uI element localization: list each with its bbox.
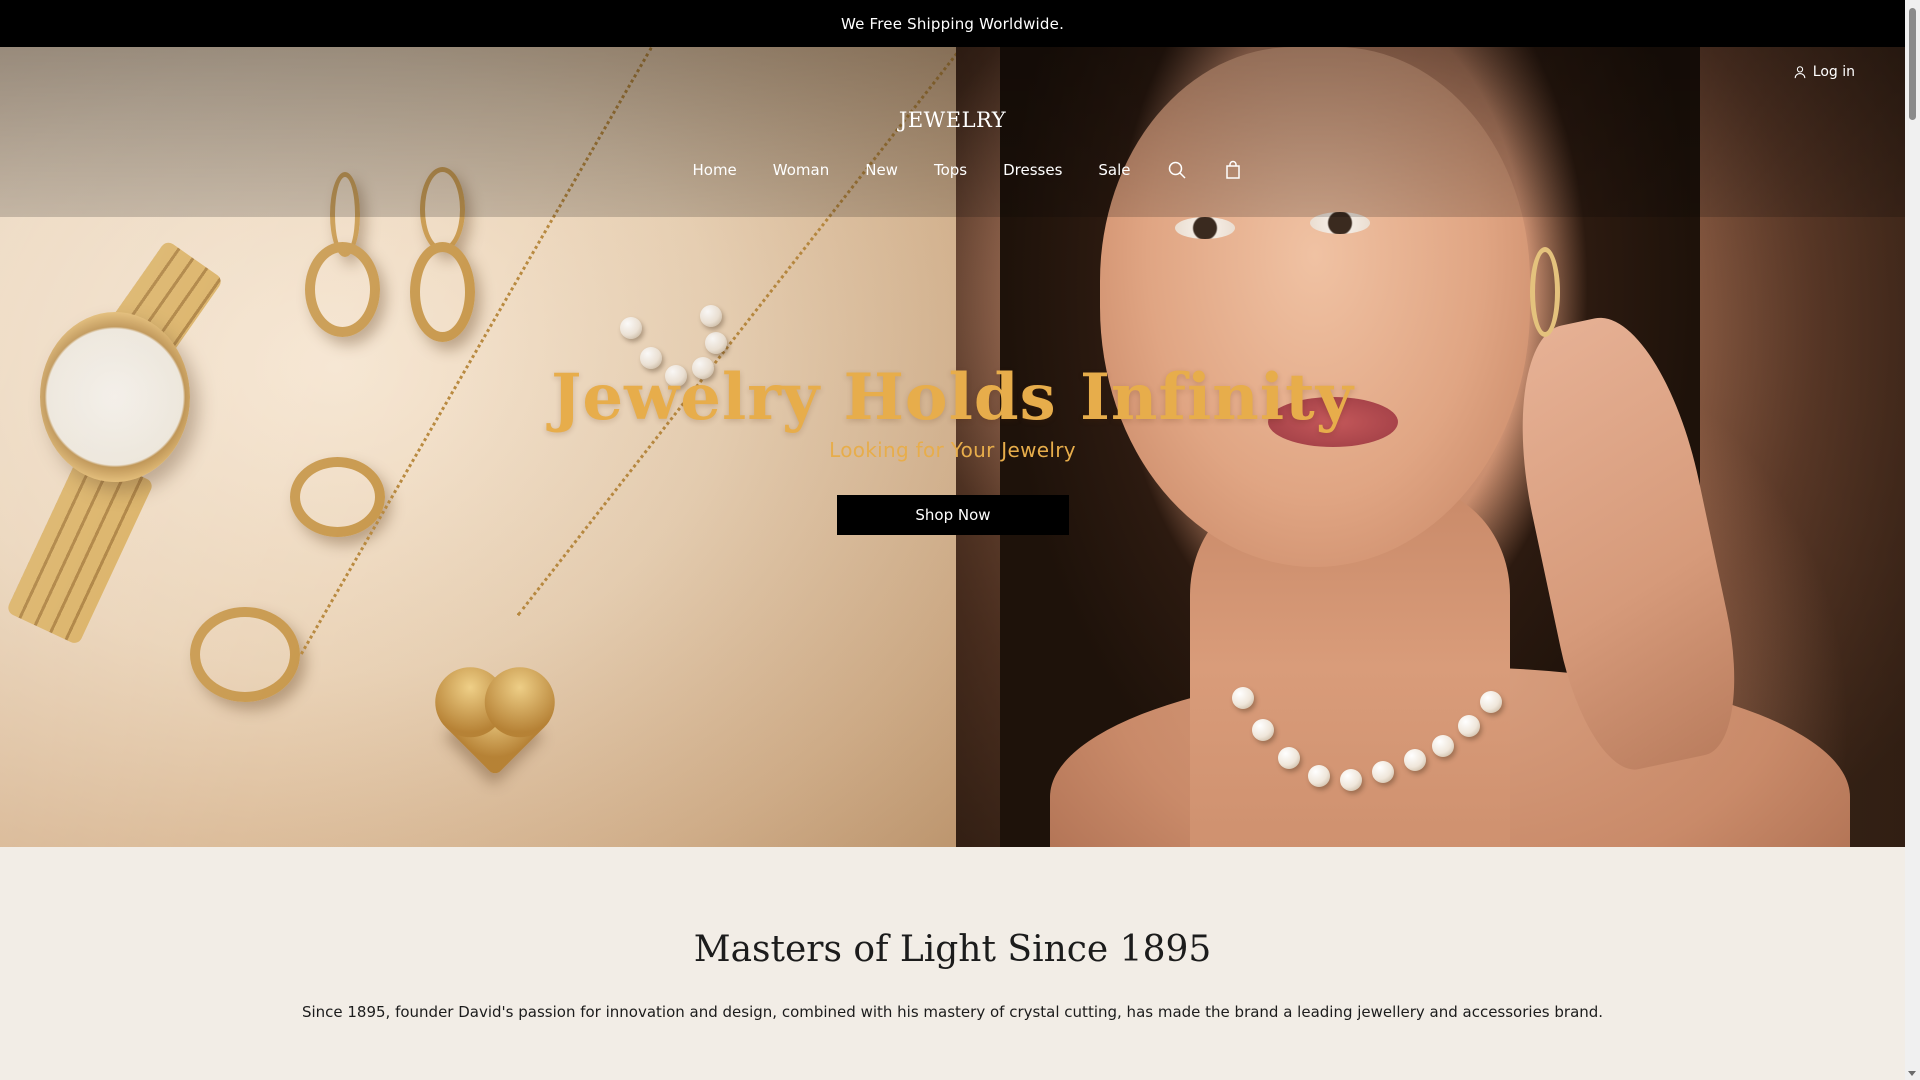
shopping-bag-icon[interactable] bbox=[1223, 160, 1243, 180]
nav-tops[interactable]: Tops bbox=[934, 161, 967, 179]
search-icon[interactable] bbox=[1167, 160, 1187, 180]
scrollbar-thumb[interactable] bbox=[1909, 8, 1916, 120]
nav-home[interactable]: Home bbox=[692, 161, 736, 179]
nav-dresses[interactable]: Dresses bbox=[1003, 161, 1062, 179]
nav-sale[interactable]: Sale bbox=[1098, 161, 1130, 179]
heart-pendant-image bbox=[445, 677, 545, 777]
scroll-down-arrow-icon[interactable] bbox=[1908, 1071, 1916, 1076]
nav-woman[interactable]: Woman bbox=[773, 161, 829, 179]
about-body: Since 1895, founder David's passion for … bbox=[301, 1003, 1604, 1021]
shop-now-button[interactable]: Shop Now bbox=[837, 495, 1069, 535]
site-logo[interactable]: JEWELRY bbox=[0, 108, 1905, 132]
announcement-text: We Free Shipping Worldwide. bbox=[840, 14, 1065, 33]
announcement-bar: We Free Shipping Worldwide. bbox=[0, 0, 1905, 47]
page: We Free Shipping Worldwide. Log in JEWEL… bbox=[0, 0, 1905, 1080]
nav-new[interactable]: New bbox=[865, 161, 898, 179]
about-section: Masters of Light Since 1895 Since 1895, … bbox=[0, 847, 1905, 1080]
about-heading: Masters of Light Since 1895 bbox=[693, 929, 1212, 970]
main-nav: Home Woman New Tops Dresses Sale bbox=[0, 160, 1905, 180]
login-label: Log in bbox=[1812, 64, 1855, 80]
hero-subtitle: Looking for Your Jewelry bbox=[829, 438, 1076, 462]
login-link[interactable]: Log in bbox=[1793, 64, 1855, 80]
user-icon bbox=[1794, 66, 1806, 79]
hero-title: Jewelry Holds Infinity bbox=[551, 360, 1354, 435]
page-scrollbar[interactable] bbox=[1905, 0, 1920, 1080]
earring-image bbox=[1530, 247, 1560, 337]
